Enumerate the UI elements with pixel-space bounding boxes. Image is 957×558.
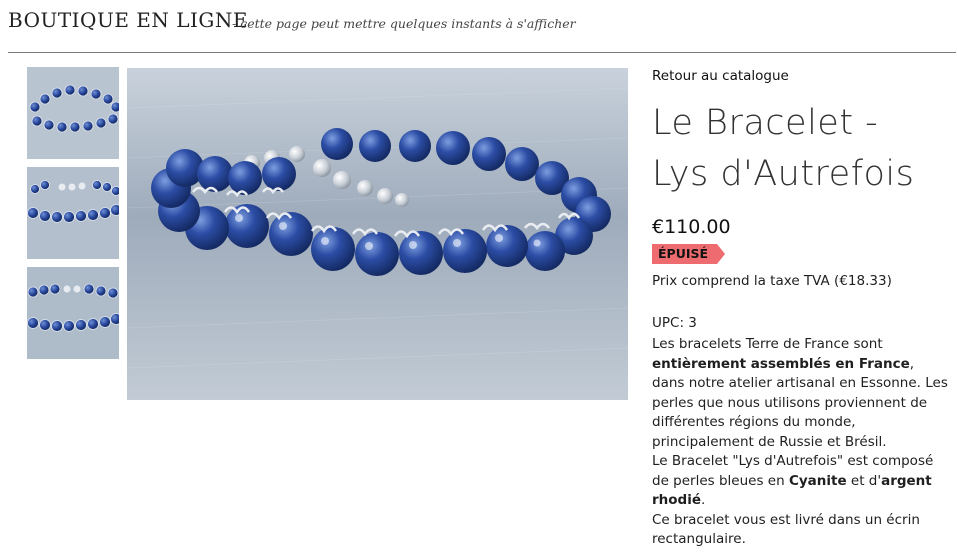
product-upc: UPC: 3 [652, 315, 697, 331]
desc-text: et d' [846, 472, 882, 489]
desc-text: Les bracelets Terre de France sont [652, 336, 883, 352]
vat-note: Prix comprend la taxe TVA (€18.33) [652, 273, 892, 289]
desc-text: Ce bracelet vous est livré dans un écrin… [652, 511, 920, 548]
product-title: Le Bracelet - Lys d'Autrefois [652, 98, 952, 200]
shop-title[interactable]: BOUTIQUE EN LIGNE [8, 8, 248, 32]
site-header: BOUTIQUE EN LIGNE - cette page peut mett… [8, 8, 956, 53]
bracelet-thumbnail-icon [27, 167, 119, 259]
product-main-image[interactable] [127, 68, 628, 400]
header-subtitle: - cette page peut mettre quelques instan… [232, 16, 576, 31]
back-to-catalog-link[interactable]: Retour au catalogue [652, 68, 952, 84]
thumbnail-2[interactable] [27, 167, 119, 259]
thumbnail-3[interactable] [27, 267, 119, 359]
product-title-line1: Le Bracelet - [652, 103, 879, 143]
bracelet-photo-icon [127, 68, 628, 400]
bracelet-thumbnail-icon [27, 267, 119, 359]
product-description: Les bracelets Terre de France sont entiè… [652, 335, 948, 550]
desc-bold: Cyanite [788, 472, 847, 489]
product-price: €110.00 [652, 216, 731, 238]
thumbnail-gallery [27, 67, 119, 367]
desc-bold: entièrement assemblés en France [652, 355, 910, 372]
product-info: Retour au catalogue Le Bracelet - Lys d'… [652, 68, 952, 550]
desc-text: . [701, 492, 706, 508]
thumbnail-1[interactable] [27, 67, 119, 159]
out-of-stock-badge: ÉPUISÉ [652, 244, 726, 264]
product-title-line2: Lys d'Autrefois [652, 154, 915, 194]
bracelet-thumbnail-icon [27, 67, 119, 159]
